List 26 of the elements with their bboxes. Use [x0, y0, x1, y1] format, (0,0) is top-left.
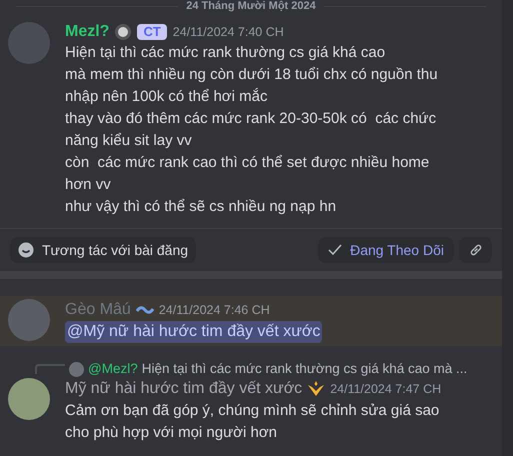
crown-badge-icon	[307, 381, 326, 397]
message-text: Hiện tại thì các mức rank thường cs giá khá cao	[65, 43, 386, 63]
reply-line	[35, 364, 65, 374]
link-button[interactable]	[459, 237, 492, 263]
link-icon	[468, 243, 482, 257]
message-text: Cảm ơn bạn đã góp ý, chúng mình sẽ chỉnh sửa giá sao	[65, 401, 440, 421]
author-name[interactable]: Mỹ nữ hài hước tim đầy vết xước	[65, 377, 302, 401]
user-mention[interactable]: @Mỹ nữ hài hước tim đầy vết xước	[65, 321, 322, 343]
badge-icon	[115, 24, 132, 40]
message-text: cho phù hợp với mọi người hơn	[65, 423, 278, 443]
checkmark-icon	[328, 244, 342, 256]
smiley-icon	[18, 242, 34, 258]
date-divider: 24 Tháng Mười Một 2024	[186, 0, 316, 12]
react-button[interactable]: Tương tác với bài đăng	[10, 237, 196, 263]
tag: CT	[137, 24, 167, 40]
message-text: như vậy thì có thể sẽ cs nhiều ng nạp hn	[65, 197, 338, 217]
avatar[interactable]	[69, 362, 84, 376]
reply-preview[interactable]: Hiện tại thì các mức rank thường cs giá khá cao mà ...	[142, 358, 468, 380]
timestamp: 24/11/2024 7:46 CH	[158, 302, 270, 319]
reply-mention[interactable]: @Mezl?	[88, 358, 138, 380]
avatar[interactable]	[8, 378, 50, 420]
timestamp: 24/11/2024 7:40 CH	[172, 24, 284, 41]
follow-button[interactable]: Đang Theo Dõi	[318, 237, 454, 263]
wave-badge-icon	[136, 305, 154, 315]
timestamp: 24/11/2024 7:47 CH	[330, 380, 442, 398]
author-name[interactable]: Mezl?	[65, 20, 110, 44]
